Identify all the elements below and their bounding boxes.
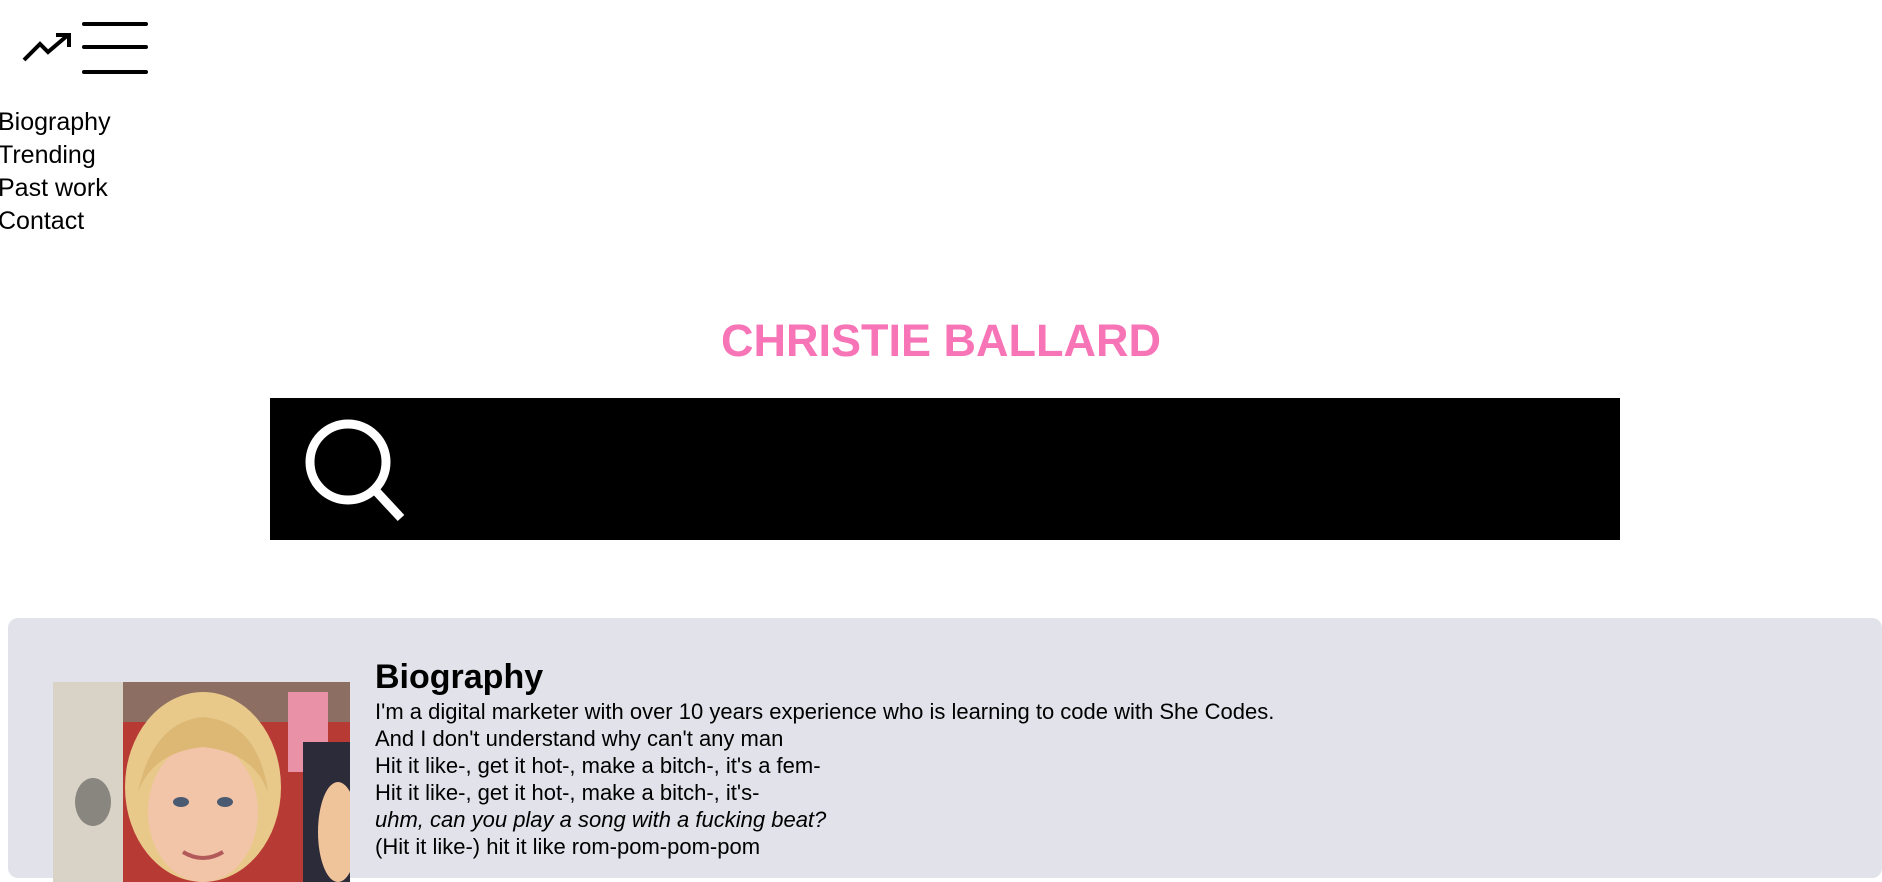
biography-text: I'm a digital marketer with over 10 year… [375,698,1775,860]
trending-up-icon[interactable] [22,32,72,62]
biography-content: Biography I'm a digital marketer with ov… [375,656,1775,860]
search-icon[interactable] [303,418,413,524]
biography-line: (Hit it like-) hit it like rom-pom-pom-p… [375,834,761,859]
biography-line: uhm, can you play a song with a fucking … [375,807,827,832]
biography-heading: Biography [375,658,544,696]
nav-link-past-work[interactable]: Past work [0,172,111,205]
search-input[interactable] [430,428,1584,510]
hamburger-menu-icon[interactable] [82,20,148,76]
main-nav: Biography Trending Past work Contact [0,106,111,238]
site-title: CHRISTIE BALLARD [721,315,1161,366]
biography-line: Hit it like-, get it hot-, make a bitch-… [375,753,821,778]
biography-section: Biography I'm a digital marketer with ov… [8,618,1882,882]
profile-photo [53,682,350,882]
nav-link-biography[interactable]: Biography [0,106,111,139]
top-bar [0,0,200,100]
biography-line: Hit it like-, get it hot-, make a bitch-… [375,780,760,805]
biography-line: I'm a digital marketer with over 10 year… [375,699,1275,724]
search-bar [270,398,1620,540]
nav-link-contact[interactable]: Contact [0,205,111,238]
biography-line: And I don't understand why can't any man [375,726,784,751]
nav-link-trending[interactable]: Trending [0,139,111,172]
